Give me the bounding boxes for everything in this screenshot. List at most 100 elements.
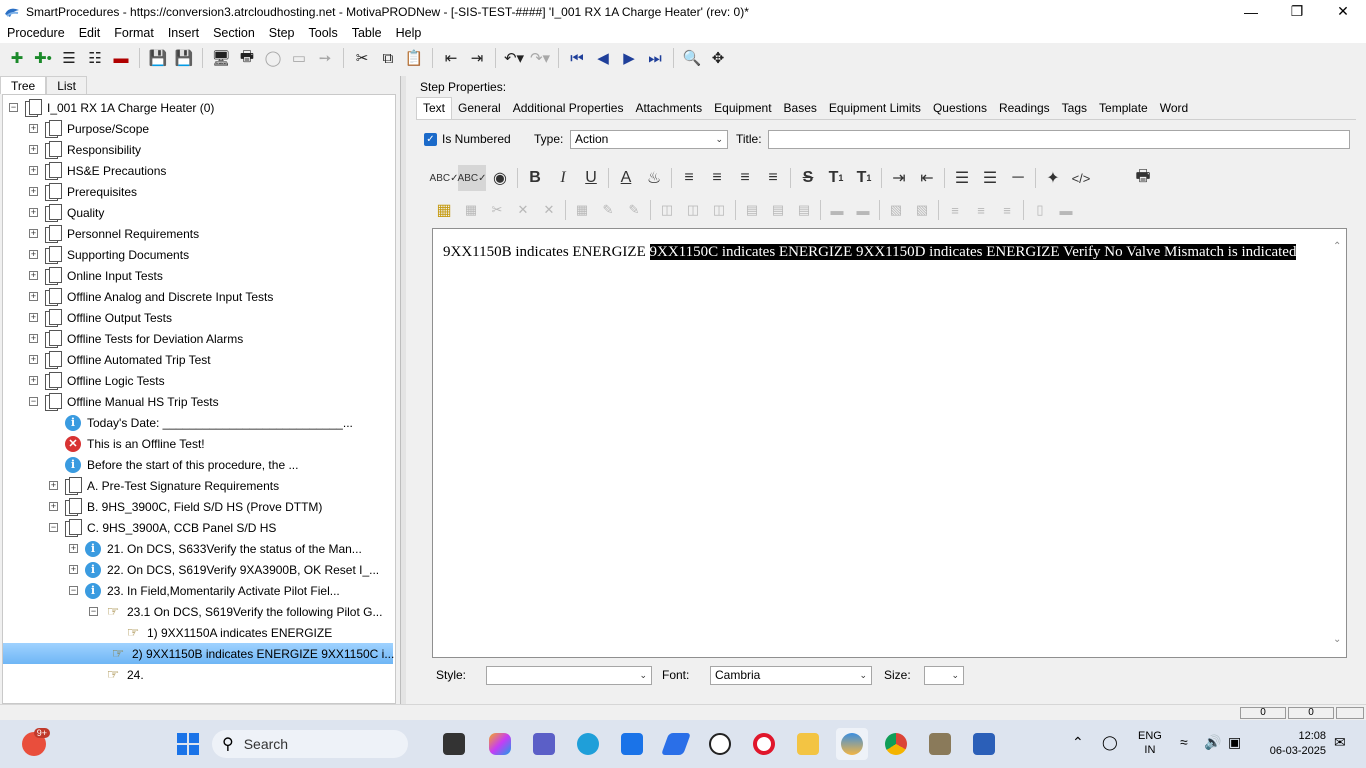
first-icon[interactable]: ⏮: [564, 46, 590, 70]
tree-node[interactable]: i Today's Date: _________________________…: [49, 412, 353, 433]
word-icon[interactable]: [968, 728, 1000, 760]
tree-node[interactable]: + i 22. On DCS, S619Verify 9XA3900B, OK Re…: [69, 559, 379, 580]
copilot-icon[interactable]: [484, 728, 516, 760]
expand-icon[interactable]: +: [29, 166, 38, 175]
dell-icon[interactable]: [704, 728, 736, 760]
tree-node[interactable]: ✕ This is an Offline Test!: [49, 433, 205, 454]
type-select[interactable]: Action ⌄: [570, 129, 728, 149]
expand-icon[interactable]: +: [29, 187, 38, 196]
expand-icon[interactable]: +: [69, 544, 78, 553]
tree-node[interactable]: + Supporting Documents: [29, 244, 189, 265]
tree-node[interactable]: + Offline Analog and Discrete Input Tests: [29, 286, 273, 307]
tree-node[interactable]: + Offline Automated Trip Test: [29, 349, 211, 370]
edge-icon[interactable]: [572, 728, 604, 760]
widgets-icon[interactable]: 9+: [18, 728, 50, 760]
expand-icon[interactable]: +: [49, 481, 58, 490]
expand-icon[interactable]: +: [29, 376, 38, 385]
style-select[interactable]: ⌄: [486, 665, 652, 685]
list-icon[interactable]: ☰: [56, 46, 82, 70]
remote-desktop-icon[interactable]: [924, 728, 956, 760]
next-icon[interactable]: ▶: [616, 46, 642, 70]
expand-icon[interactable]: +: [29, 271, 38, 280]
monitor-icon[interactable]: 🖥: [208, 46, 234, 70]
window-icon[interactable]: ▭: [286, 46, 312, 70]
tree-node[interactable]: − C. 9HS_3900A, CCB Panel S/D HS: [49, 517, 276, 538]
menu-tools[interactable]: Tools: [302, 26, 345, 40]
insert-table-icon[interactable]: ▦: [430, 197, 458, 223]
network-status-icon[interactable]: ◯: [1102, 734, 1118, 751]
tab-tree[interactable]: Tree: [0, 76, 47, 94]
store-icon[interactable]: [616, 728, 648, 760]
underline-icon[interactable]: U: [577, 165, 605, 191]
refresh-icon[interactable]: ◯: [260, 46, 286, 70]
collapse-icon[interactable]: −: [9, 103, 18, 112]
redo-icon[interactable]: ↷▾: [527, 46, 553, 70]
tree-node[interactable]: + Offline Logic Tests: [29, 370, 165, 391]
subscript-icon[interactable]: T1: [850, 165, 878, 191]
tree-node[interactable]: + B. 9HS_3900C, Field S/D HS (Prove DTTM): [49, 496, 322, 517]
increase-indent-icon[interactable]: ⇥: [885, 165, 913, 191]
color-wheel-icon[interactable]: ◉: [486, 165, 514, 191]
move-icon[interactable]: ✥: [705, 46, 731, 70]
menu-format[interactable]: Format: [107, 26, 161, 40]
tab-additional-properties[interactable]: Additional Properties: [507, 98, 630, 119]
align-right-icon[interactable]: ≡: [731, 165, 759, 191]
tab-questions[interactable]: Questions: [927, 98, 993, 119]
collapse-icon[interactable]: −: [89, 607, 98, 616]
superscript-icon[interactable]: T1: [822, 165, 850, 191]
tab-bases[interactable]: Bases: [778, 98, 823, 119]
tab-attachments[interactable]: Attachments: [629, 98, 708, 119]
tree-node[interactable]: + A. Pre-Test Signature Requirements: [49, 475, 279, 496]
language-indicator[interactable]: ENG IN: [1138, 729, 1162, 757]
link-icon[interactable]: ➙: [312, 46, 338, 70]
taskbar-search[interactable]: ⚲ Search: [212, 730, 408, 758]
italic-icon[interactable]: I: [549, 165, 577, 191]
close-icon[interactable]: ✕: [1320, 0, 1366, 23]
tree-node[interactable]: + Offline Tests for Deviation Alarms: [29, 328, 243, 349]
bullet-list-icon[interactable]: ☰: [948, 165, 976, 191]
numbered-list-icon[interactable]: ☰: [976, 165, 1004, 191]
bold-icon[interactable]: B: [521, 165, 549, 191]
menu-table[interactable]: Table: [345, 26, 389, 40]
tab-text[interactable]: Text: [416, 97, 453, 119]
add-icon[interactable]: ✚: [4, 46, 30, 70]
expand-icon[interactable]: +: [29, 355, 38, 364]
paste-icon[interactable]: 📋: [401, 46, 427, 70]
teams-icon[interactable]: [528, 728, 560, 760]
collapse-icon[interactable]: −: [49, 523, 58, 532]
volume-icon[interactable]: 🔊: [1204, 734, 1221, 751]
start-icon[interactable]: [172, 728, 204, 760]
expand-icon[interactable]: +: [29, 229, 38, 238]
wifi-icon[interactable]: ≈: [1180, 734, 1188, 750]
previous-icon[interactable]: ◀: [590, 46, 616, 70]
find-icon[interactable]: 🔍: [679, 46, 705, 70]
insert-line-icon[interactable]: ─: [1004, 165, 1032, 191]
last-icon[interactable]: ⏭: [642, 46, 668, 70]
tab-readings[interactable]: Readings: [993, 98, 1056, 119]
tree-node[interactable]: − ☞ 23.1 On DCS, S619Verify the following …: [89, 601, 382, 622]
chrome-icon[interactable]: [880, 728, 912, 760]
indent-icon[interactable]: ⇥: [464, 46, 490, 70]
tab-list[interactable]: List: [46, 76, 87, 94]
pane-splitter[interactable]: [400, 76, 406, 704]
tree-node[interactable]: ☞ 24.: [89, 664, 144, 685]
menu-help[interactable]: Help: [389, 26, 429, 40]
expand-icon[interactable]: +: [69, 565, 78, 574]
html-source-icon[interactable]: </>: [1067, 165, 1095, 191]
smartprocedures-taskbar-icon[interactable]: [836, 728, 868, 760]
save-icon[interactable]: 💾: [171, 46, 197, 70]
tree-node[interactable]: + Responsibility: [29, 139, 141, 160]
justify-icon[interactable]: ≡: [759, 165, 787, 191]
power-automate-icon[interactable]: [660, 728, 692, 760]
editor-scrollbar[interactable]: ⌃ ⌄: [1330, 229, 1346, 657]
tree-node[interactable]: + Purpose/Scope: [29, 118, 149, 139]
align-center-icon[interactable]: ≡: [703, 165, 731, 191]
tree-node[interactable]: + Quality: [29, 202, 104, 223]
expand-icon[interactable]: +: [29, 250, 38, 259]
tab-general[interactable]: General: [452, 98, 507, 119]
align-left-icon[interactable]: ≡: [675, 165, 703, 191]
scroll-up-icon[interactable]: ⌃: [1333, 241, 1341, 252]
expand-icon[interactable]: +: [29, 124, 38, 133]
tree-node[interactable]: + Prerequisites: [29, 181, 137, 202]
expand-icon[interactable]: +: [29, 292, 38, 301]
